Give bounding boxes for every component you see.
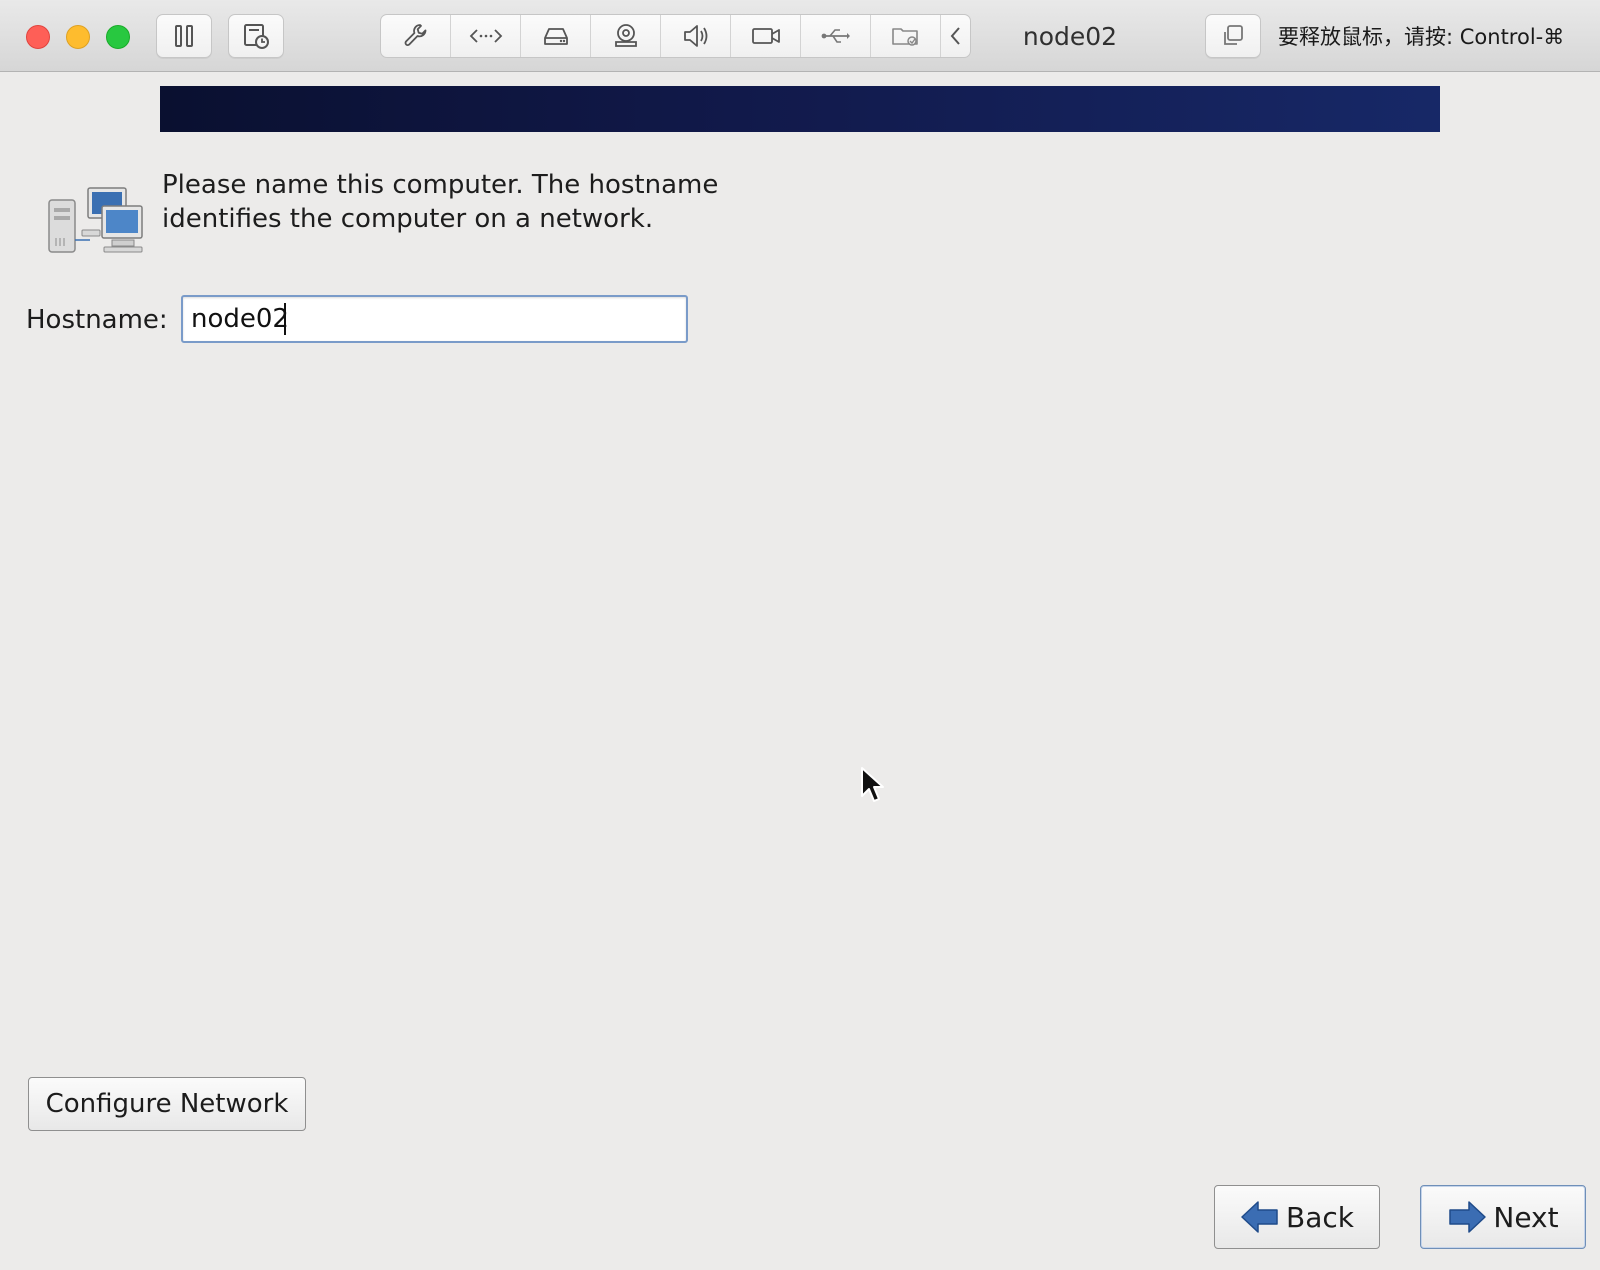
pause-button[interactable] <box>156 14 212 58</box>
usb-button[interactable] <box>801 15 871 57</box>
minimize-window-button[interactable] <box>66 25 90 49</box>
wrench-icon <box>404 24 426 46</box>
fullscreen-button[interactable] <box>1205 14 1261 58</box>
window-titlebar: node02 要释放鼠标，请按: Control-⌘ <box>0 0 1600 72</box>
back-arrow-icon <box>1241 1201 1278 1233</box>
back-button-label: Back <box>1286 1200 1354 1234</box>
hostname-input[interactable] <box>181 295 688 343</box>
hostname-label: Hostname: <box>26 305 168 335</box>
fullscreen-icon <box>1224 25 1243 45</box>
shared-folder-icon <box>891 28 918 46</box>
close-window-button[interactable] <box>26 25 50 49</box>
video-camera-button[interactable] <box>731 15 801 57</box>
shared-folder-button[interactable] <box>871 15 941 57</box>
snapshot-button[interactable] <box>228 14 284 58</box>
snapshot-icon <box>244 24 269 49</box>
code-arrows-button[interactable] <box>451 15 521 57</box>
pause-icon <box>175 25 193 47</box>
zoom-window-button[interactable] <box>106 25 130 49</box>
installer-banner <box>160 86 1440 132</box>
hard-disk-button[interactable] <box>521 15 591 57</box>
network-computers-icon <box>46 186 146 260</box>
text-caret <box>284 303 286 335</box>
camera-disc-icon <box>614 24 637 47</box>
next-arrow-icon <box>1449 1201 1487 1233</box>
speaker-icon <box>683 25 707 47</box>
usb-icon <box>821 29 850 43</box>
hard-disk-icon <box>543 28 568 45</box>
next-button-label: Next <box>1493 1200 1559 1234</box>
next-button[interactable]: Next <box>1420 1185 1586 1249</box>
back-button[interactable]: Back <box>1214 1185 1380 1249</box>
video-camera-icon <box>751 28 780 44</box>
camera-disc-button[interactable] <box>591 15 661 57</box>
settings-button[interactable] <box>381 15 451 57</box>
code-arrows-icon <box>469 29 502 43</box>
mouse-release-hint: 要释放鼠标，请按: Control-⌘ <box>1278 25 1565 49</box>
vm-device-toolbar <box>380 14 971 58</box>
configure-network-button[interactable]: Configure Network <box>28 1077 306 1131</box>
mouse-cursor-icon <box>860 766 886 808</box>
audio-button[interactable] <box>661 15 731 57</box>
hostname-prompt: Please name this computer. The hostname … <box>162 170 719 234</box>
window-title: node02 <box>1022 21 1118 51</box>
